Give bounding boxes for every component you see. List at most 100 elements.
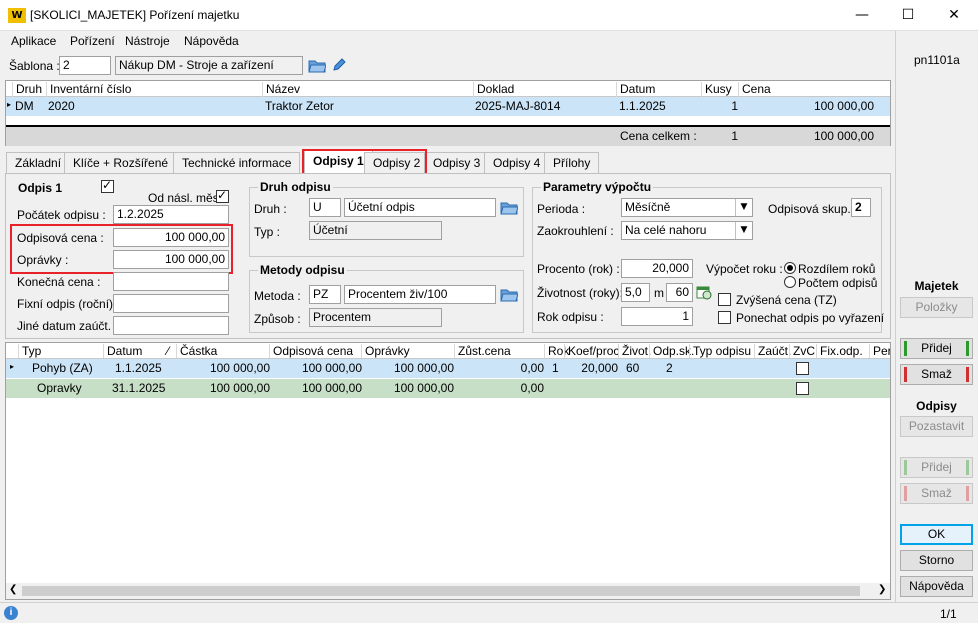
odpisova-skup-label: Odpisová skup. : (768, 202, 858, 216)
col-opravky[interactable]: Oprávky (361, 344, 410, 358)
chevron-down-icon: ▼ (735, 199, 752, 216)
metoda-code-input[interactable]: PZ (309, 285, 341, 304)
tab-technicke[interactable]: Technické informace (173, 152, 301, 173)
col-inventarni-cislo[interactable]: Inventární číslo (46, 82, 131, 97)
col-zust-cena[interactable]: Zůst.cena (454, 344, 511, 358)
fixni-input[interactable] (113, 294, 229, 313)
storno-button[interactable]: Storno (900, 550, 973, 571)
zvysena-cena-checkbox[interactable] (718, 293, 731, 306)
col-zvc[interactable]: ZvC (789, 344, 815, 358)
values-highlight (10, 224, 233, 274)
col-datum[interactable]: Datum (103, 344, 142, 358)
menu-nastroje[interactable]: Nástroje (125, 34, 170, 48)
radio-rozdilem[interactable] (784, 262, 796, 274)
fixni-label: Fixní odpis (roční) : (17, 297, 120, 311)
menu-porizeni[interactable]: Pořízení (70, 34, 115, 48)
cell-doklad: 2025-MAJ-8014 (475, 99, 561, 113)
konecna-input[interactable] (113, 272, 229, 291)
tab-odpisy-4[interactable]: Odpisy 4 (484, 152, 550, 173)
smaz-label: Smaž (921, 486, 952, 500)
col-typ[interactable]: Typ (18, 344, 41, 358)
maximize-button[interactable]: ☐ (885, 0, 931, 31)
zivotnost-input[interactable]: 5,0 (621, 283, 650, 302)
jine-datum-input[interactable] (113, 316, 229, 335)
total-kusy: 1 (731, 129, 738, 143)
info-icon[interactable]: i (4, 606, 18, 620)
pozastavit-button[interactable]: Pozastavit (900, 416, 973, 437)
template-code-input[interactable]: 2 (59, 56, 111, 75)
zvc-checkbox[interactable] (796, 382, 809, 395)
scroll-left-icon[interactable]: ❮ (9, 584, 17, 595)
rok-odpisu-label: Rok odpisu : (537, 310, 604, 324)
pencil-icon[interactable] (332, 58, 346, 72)
scroll-right-icon[interactable]: ❯ (878, 584, 886, 595)
tab-klice[interactable]: Klíče + Rozšířené (64, 152, 178, 173)
zvc-checkbox[interactable] (796, 362, 809, 375)
procento-input[interactable]: 20,000 (621, 259, 693, 278)
cell-datum: 31.1.2025 (112, 381, 166, 395)
cell-typ: Pohyb (ZA) (32, 361, 93, 375)
perioda-select[interactable]: Měsíčně ▼ (621, 198, 753, 217)
ok-button[interactable]: OK (900, 524, 973, 545)
smaz-label: Smaž (921, 367, 952, 381)
col-cena[interactable]: Cena (738, 82, 890, 97)
cell-castka: 100 000,00 (209, 381, 270, 395)
col-doklad[interactable]: Doklad (473, 82, 514, 97)
smaz-majetek-button[interactable]: Smaž (900, 364, 973, 385)
smaz-odpis-button[interactable]: Smaž (900, 483, 973, 504)
col-odpisova-cena[interactable]: Odpisová cena (269, 344, 353, 358)
druh-code-input[interactable]: U (309, 198, 341, 217)
radio-poctem-label: Počtem odpisů (798, 276, 878, 290)
folder-open-icon[interactable] (308, 59, 326, 73)
zaokrouhleni-select[interactable]: Na celé nahoru ▼ (621, 221, 753, 240)
cell-opravky: 100 000,00 (393, 361, 454, 375)
pridej-odpis-button[interactable]: Přidej (900, 457, 973, 478)
table-row[interactable]: Opravky 31.1.2025 100 000,00 100 000,00 … (6, 379, 890, 398)
tab-zakladni[interactable]: Základní (6, 152, 71, 173)
col-fix-odp[interactable]: Fix.odp. (816, 344, 863, 358)
odpis-enabled-checkbox[interactable] (101, 178, 114, 193)
calendar-clock-icon[interactable] (696, 284, 712, 300)
col-typ-odpisu[interactable]: Typ odpisu (689, 344, 751, 358)
close-button[interactable]: ✕ (931, 0, 977, 31)
pocatek-input[interactable]: 1.2.2025 (113, 205, 229, 224)
vypocet-label: Výpočet roku : (706, 262, 783, 276)
tabs-highlight (302, 149, 427, 176)
od-nasl-checkbox[interactable] (216, 188, 229, 203)
tab-odpisy-3[interactable]: Odpisy 3 (424, 152, 490, 173)
col-zivot[interactable]: Život. (618, 344, 651, 358)
col-per[interactable]: Per (869, 344, 890, 358)
table-row[interactable]: ▸ Pohyb (ZA) 1.1.2025 100 000,00 100 000… (6, 359, 890, 378)
col-datum[interactable]: Datum (616, 82, 655, 97)
menu-aplikace[interactable]: Aplikace (11, 34, 56, 48)
col-nazev[interactable]: Název (262, 82, 300, 97)
typ-field: Účetní (309, 221, 442, 240)
scrollbar-thumb[interactable] (22, 586, 860, 596)
col-zauct[interactable]: Zaúčt. (754, 344, 791, 358)
folder-open-icon[interactable] (500, 288, 518, 302)
folder-open-icon[interactable] (500, 201, 518, 215)
col-odp-sk[interactable]: Odp.sk. (649, 344, 694, 358)
col-castka[interactable]: Částka (176, 344, 217, 358)
table-row[interactable]: ▸ DM 2020 Traktor Zetor 2025-MAJ-8014 1.… (6, 97, 890, 116)
napoveda-button[interactable]: Nápověda (900, 576, 973, 597)
mesice-input[interactable]: 60 (666, 283, 693, 302)
col-koef[interactable]: Koef/proc (564, 344, 619, 358)
green-bar-icon (966, 341, 969, 356)
minimize-button[interactable]: — (839, 0, 885, 31)
tab-prilohy[interactable]: Přílohy (544, 152, 600, 173)
cell-zivot: 60 (626, 361, 640, 375)
parametry-title: Parametry výpočtu (541, 180, 654, 194)
col-druh[interactable]: Druh (12, 82, 42, 97)
rok-odpisu-input[interactable]: 1 (621, 307, 693, 326)
odpisova-skup-input[interactable]: 2 (851, 198, 871, 217)
horizontal-scrollbar[interactable]: ❮ ❯ (6, 583, 890, 599)
radio-poctem[interactable] (784, 276, 796, 288)
menu-napoveda[interactable]: Nápověda (184, 34, 239, 48)
polozky-button[interactable]: Položky (900, 297, 973, 318)
col-kusy[interactable]: Kusy (701, 82, 732, 97)
zpusob-field: Procentem (309, 308, 442, 327)
template-name-field: Nákup DM - Stroje a zařízení (115, 56, 303, 75)
ponechat-checkbox[interactable] (718, 311, 731, 324)
pridej-majetek-button[interactable]: Přidej (900, 338, 973, 359)
